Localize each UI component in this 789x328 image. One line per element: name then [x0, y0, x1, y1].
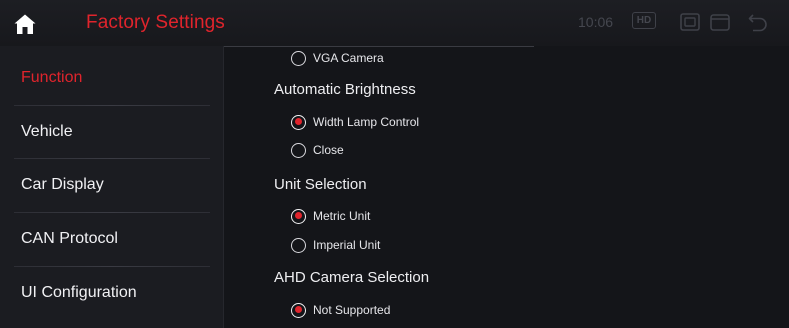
sidebar-item-can-protocol[interactable]: CAN Protocol	[0, 212, 224, 266]
clock: 10:06	[578, 14, 614, 30]
option-label: Metric Unit	[313, 209, 371, 223]
option-label: Width Lamp Control	[313, 115, 420, 129]
sidebar-item-ui-configuration[interactable]: UI Configuration	[0, 266, 224, 320]
home-button[interactable]	[8, 7, 42, 41]
radio-checked-icon	[291, 114, 306, 130]
option-label: VGA Camera	[313, 51, 384, 65]
section-title-ahd-camera-selection: AHD Camera Selection	[274, 269, 430, 286]
sidebar-item-label: Car Display	[21, 176, 104, 193]
sidebar: Function Vehicle Car Display CAN Protoco…	[0, 46, 224, 328]
radio-checked-icon	[291, 302, 306, 318]
top-bar: Factory Settings 10:06 HD	[0, 0, 789, 46]
radio-option-close[interactable]: Close	[291, 140, 344, 160]
sidebar-item-car-display[interactable]: Car Display	[0, 158, 224, 212]
radio-unchecked-icon	[291, 50, 306, 66]
screen-mirror-icon[interactable]	[679, 11, 701, 33]
divider	[224, 46, 534, 47]
radio-unchecked-icon	[291, 142, 306, 158]
radio-option-not-supported[interactable]: Not Supported	[291, 300, 390, 320]
option-label: Close	[313, 143, 344, 157]
sidebar-item-label: Function	[21, 69, 83, 86]
option-label: Imperial Unit	[313, 238, 381, 252]
radio-option-imperial-unit[interactable]: Imperial Unit	[291, 235, 380, 255]
sidebar-item-vehicle[interactable]: Vehicle	[0, 105, 224, 159]
settings-content: VGA Camera Automatic Brightness Width La…	[224, 46, 789, 328]
radio-unchecked-icon	[291, 237, 306, 253]
sidebar-item-label: CAN Protocol	[21, 230, 118, 247]
sidebar-item-label: UI Configuration	[21, 284, 137, 301]
back-icon[interactable]	[747, 11, 769, 33]
section-title-unit-selection: Unit Selection	[274, 176, 367, 193]
option-label: Not Supported	[313, 303, 391, 317]
home-icon	[14, 14, 36, 34]
sidebar-item-function[interactable]: Function	[0, 51, 224, 105]
hd-badge: HD	[632, 12, 656, 29]
page-title: Factory Settings	[86, 12, 225, 33]
radio-option-width-lamp-control[interactable]: Width Lamp Control	[291, 112, 419, 132]
radio-checked-icon	[291, 208, 306, 224]
sidebar-item-label: Vehicle	[21, 123, 73, 140]
radio-option-metric-unit[interactable]: Metric Unit	[291, 206, 370, 226]
window-icon[interactable]	[709, 11, 731, 33]
section-title-automatic-brightness: Automatic Brightness	[274, 81, 416, 98]
radio-option-vga-camera[interactable]: VGA Camera	[291, 48, 384, 68]
